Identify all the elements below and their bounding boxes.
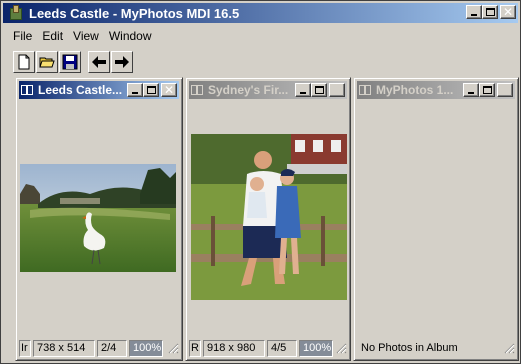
minimize-icon <box>132 92 138 94</box>
child-titlebar[interactable]: Sydney's Fir... ✕ <box>189 81 347 99</box>
child-close-button[interactable]: ✕ <box>161 83 177 97</box>
family-photo <box>191 134 347 300</box>
status-image-size: 918 x 980 <box>203 339 265 357</box>
maximize-icon <box>483 86 492 94</box>
previous-button[interactable] <box>88 51 110 73</box>
child-minimize-button[interactable] <box>295 83 311 97</box>
resize-grip-icon <box>504 343 515 354</box>
menu-view[interactable]: View <box>73 29 99 43</box>
child-maximize-button[interactable] <box>311 83 327 97</box>
maximize-icon <box>486 8 495 16</box>
status-message: No Photos in Album <box>357 339 495 357</box>
minimize-icon <box>468 92 474 94</box>
photo-viewport[interactable] <box>19 101 179 338</box>
status-zoom: 100% <box>299 339 333 357</box>
child-title: Leeds Castle... <box>38 83 123 97</box>
new-button[interactable] <box>13 51 35 73</box>
resize-grip-icon <box>168 343 179 354</box>
minimize-icon <box>300 92 306 94</box>
album-icon[interactable] <box>191 84 205 96</box>
child-title: MyPhotos 1... <box>376 83 454 97</box>
child-title: Sydney's Fir... <box>208 83 289 97</box>
status-mode: Ir <box>19 339 31 357</box>
menu-bar: File Edit View Window <box>13 29 162 43</box>
save-icon <box>62 54 78 70</box>
app-icon[interactable] <box>9 5 25 21</box>
status-bar: Ir 738 x 514 2/4 100% <box>19 339 179 357</box>
app-window: Leeds Castle - MyPhotos MDI 16.5 ✕ File … <box>0 0 521 364</box>
status-bar: R 918 x 980 4/5 100% <box>189 339 347 357</box>
child-window-empty-album[interactable]: MyPhotos 1... ✕ No Photos in Album <box>353 77 519 361</box>
status-image-size: 738 x 514 <box>33 339 95 357</box>
app-titlebar[interactable]: Leeds Castle - MyPhotos MDI 16.5 ✕ <box>3 3 518 23</box>
arrow-right-icon <box>115 56 129 68</box>
status-zoom: 100% <box>129 339 163 357</box>
child-titlebar[interactable]: Leeds Castle... ✕ <box>19 81 179 99</box>
status-bar: No Photos in Album <box>357 339 515 357</box>
arrow-left-icon <box>92 56 106 68</box>
maximize-icon <box>315 86 324 94</box>
save-button[interactable] <box>59 51 81 73</box>
photo-viewport[interactable] <box>357 101 515 338</box>
child-maximize-button[interactable] <box>479 83 495 97</box>
open-folder-icon <box>39 57 55 68</box>
leeds-castle-photo <box>20 164 176 272</box>
menu-file[interactable]: File <box>13 29 32 43</box>
child-minimize-button[interactable] <box>463 83 479 97</box>
child-maximize-button[interactable] <box>143 83 159 97</box>
album-icon[interactable] <box>21 84 35 96</box>
close-icon: ✕ <box>500 83 511 97</box>
app-title: Leeds Castle - MyPhotos MDI 16.5 <box>29 5 240 21</box>
child-window-sydney[interactable]: Sydney's Fir... ✕ R 918 x 980 4/5 100% <box>185 77 351 361</box>
new-icon <box>18 54 30 70</box>
maximize-button[interactable] <box>482 5 498 19</box>
album-icon[interactable] <box>359 84 373 96</box>
child-close-button[interactable]: ✕ <box>497 83 513 97</box>
child-titlebar[interactable]: MyPhotos 1... ✕ <box>357 81 515 99</box>
next-button[interactable] <box>111 51 133 73</box>
menu-edit[interactable]: Edit <box>42 29 63 43</box>
resize-grip[interactable] <box>503 342 515 354</box>
close-icon: ✕ <box>164 83 175 97</box>
status-photo-index: 2/4 <box>97 339 127 357</box>
toolbar <box>13 50 134 74</box>
resize-grip[interactable] <box>167 342 179 354</box>
menu-window[interactable]: Window <box>109 29 152 43</box>
open-button[interactable] <box>36 51 58 73</box>
close-icon: ✕ <box>503 5 514 19</box>
maximize-icon <box>147 86 156 94</box>
minimize-icon <box>471 14 477 16</box>
child-minimize-button[interactable] <box>127 83 143 97</box>
child-close-button[interactable]: ✕ <box>329 83 345 97</box>
status-photo-index: 4/5 <box>267 339 297 357</box>
minimize-button[interactable] <box>466 5 482 19</box>
close-icon: ✕ <box>332 83 343 97</box>
status-mode: R <box>189 339 201 357</box>
close-button[interactable]: ✕ <box>500 5 516 19</box>
resize-grip-icon <box>336 343 347 354</box>
resize-grip[interactable] <box>335 342 347 354</box>
child-window-leeds-castle[interactable]: Leeds Castle... ✕ Ir 738 x 514 2/4 100% <box>15 77 183 361</box>
photo-viewport[interactable] <box>189 101 347 338</box>
